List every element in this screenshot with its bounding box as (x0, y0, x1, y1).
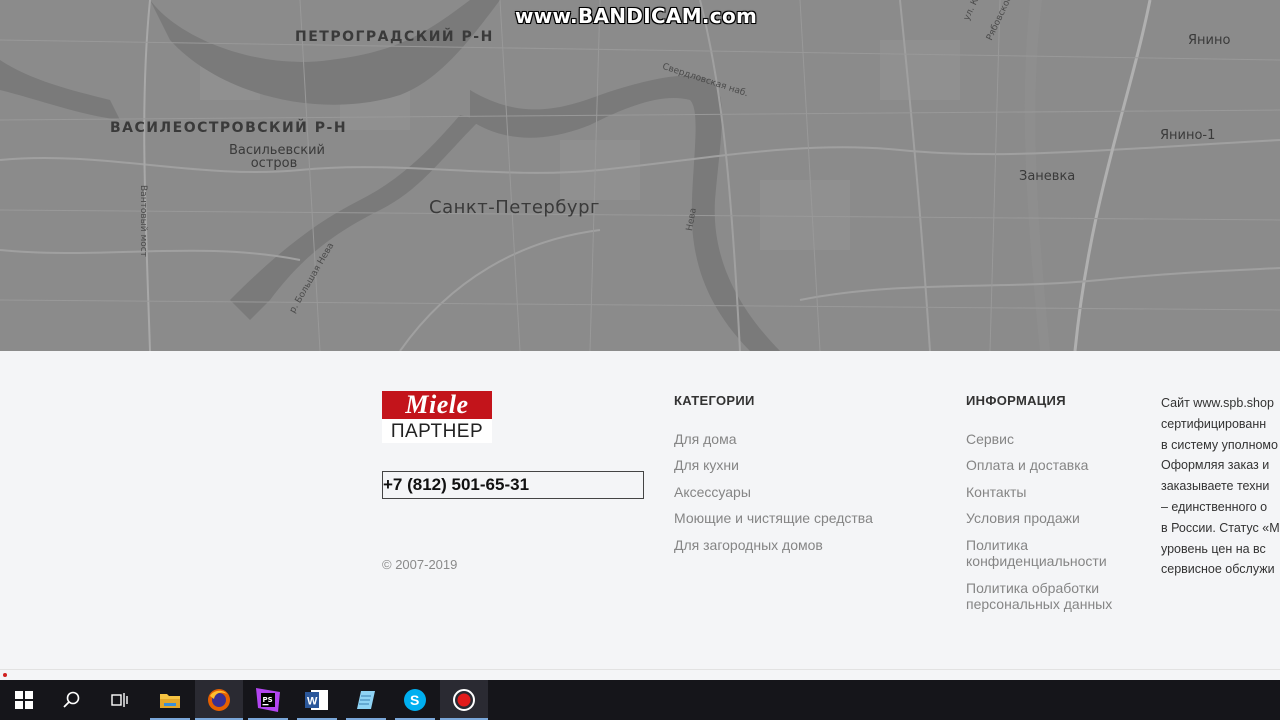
search-button[interactable] (48, 680, 96, 720)
about-line: заказываете техни (1161, 479, 1270, 494)
category-link-home[interactable]: Для дома (674, 431, 737, 447)
windows-logo-icon (15, 691, 33, 709)
categories-title: КАТЕГОРИИ (674, 393, 755, 408)
category-link-cleaning[interactable]: Моющие и чистящие средства (674, 510, 873, 526)
info-link-terms[interactable]: Условия продажи (966, 510, 1080, 526)
bandicam-button[interactable] (440, 680, 488, 720)
bandicam-watermark: www.BANDICAM.com (515, 4, 758, 28)
notepad-icon (357, 691, 375, 709)
about-line: сервисное обслужи (1161, 562, 1275, 577)
map-label-city: Санкт-Петербург (429, 197, 600, 218)
info-link-contacts[interactable]: Контакты (966, 484, 1026, 500)
privacy-line2: конфиденциальности (966, 553, 1107, 569)
task-view-icon (111, 693, 128, 707)
info-link-privacy-policy[interactable]: Политика конфиденциальности (966, 537, 1107, 569)
file-explorer-button[interactable] (146, 680, 194, 720)
firefox-button[interactable] (195, 680, 243, 720)
miele-partner-logo[interactable]: Miele ПАРТНЕР (382, 391, 492, 443)
about-line: в России. Статус «М (1161, 520, 1280, 535)
info-link-service[interactable]: Сервис (966, 431, 1014, 447)
search-icon (63, 691, 80, 708)
recording-dot (3, 673, 7, 677)
privacy-line1: Политика (966, 537, 1028, 553)
map-label-yanino-1: Янино-1 (1160, 128, 1216, 143)
map-canvas (0, 0, 1280, 351)
browser-bottom-strip (0, 669, 1280, 680)
map-label-vasileostrovsky: ВАСИЛЕОСТРОВСКИЙ Р-Н (110, 120, 348, 136)
svg-text:S: S (410, 692, 419, 708)
about-line: сертифицированн (1161, 416, 1267, 431)
task-view-button[interactable] (96, 680, 144, 720)
word-button[interactable]: W (293, 680, 341, 720)
firefox-icon (208, 689, 230, 711)
about-text: Сайт www.spb.shop сертифицированн в сист… (1161, 393, 1280, 580)
logo-partner: ПАРТНЕР (382, 419, 492, 443)
map-label-yanino: Янино (1188, 33, 1231, 48)
about-line: Сайт www.spb.shop (1161, 396, 1274, 410)
category-link-accessories[interactable]: Аксессуары (674, 484, 751, 500)
folder-icon (160, 694, 180, 708)
svg-text:W: W (307, 696, 318, 708)
category-link-kitchen[interactable]: Для кухни (674, 457, 739, 473)
info-link-payment-delivery[interactable]: Оплата и доставка (966, 457, 1088, 473)
phpstorm-icon: PS (256, 688, 280, 712)
phone-link[interactable]: +7 (812) 501-65-31 (382, 471, 644, 499)
skype-button[interactable]: S (391, 680, 439, 720)
about-line: Оформляя заказ и (1161, 458, 1270, 473)
category-link-country-houses[interactable]: Для загородных домов (674, 537, 823, 553)
info-title: ИНФОРМАЦИЯ (966, 393, 1066, 408)
map-label-vasilyevsky-line2: остров (250, 156, 298, 171)
personal-line1: Политика обработки (966, 580, 1100, 596)
map-label-zanevka: Заневка (1019, 169, 1076, 184)
notepad-button[interactable] (342, 680, 390, 720)
personal-line2: персональных данных (966, 596, 1113, 612)
copyright: © 2007-2019 (382, 557, 458, 572)
map-label-petrogradsky: ПЕТРОГРАДСКИЙ Р-Н (295, 29, 494, 45)
info-link-personal-data-policy[interactable]: Политика обработки персональных данных (966, 580, 1112, 612)
site-footer: Miele ПАРТНЕР +7 (812) 501-65-31 © 2007-… (0, 351, 1280, 669)
start-button[interactable] (0, 680, 48, 720)
record-icon (453, 689, 475, 711)
map-label-vasilyevsky-island: Васильевский остров (229, 144, 325, 171)
word-icon: W (305, 690, 328, 710)
logo-brand: Miele (382, 391, 492, 419)
about-line: в систему уполномо (1161, 437, 1278, 452)
svg-text:PS: PS (263, 696, 273, 704)
skype-icon: S (404, 689, 426, 711)
windows-taskbar: PS W S (0, 680, 1280, 720)
map-area[interactable]: ПЕТРОГРАДСКИЙ Р-Н ВАСИЛЕОСТРОВСКИЙ Р-Н В… (0, 0, 1280, 351)
about-line: уровень цен на вс (1161, 541, 1266, 556)
about-line: – единственного о (1161, 499, 1268, 514)
map-label-vantovy: Вантовый мост (138, 185, 148, 257)
phpstorm-button[interactable]: PS (244, 680, 292, 720)
